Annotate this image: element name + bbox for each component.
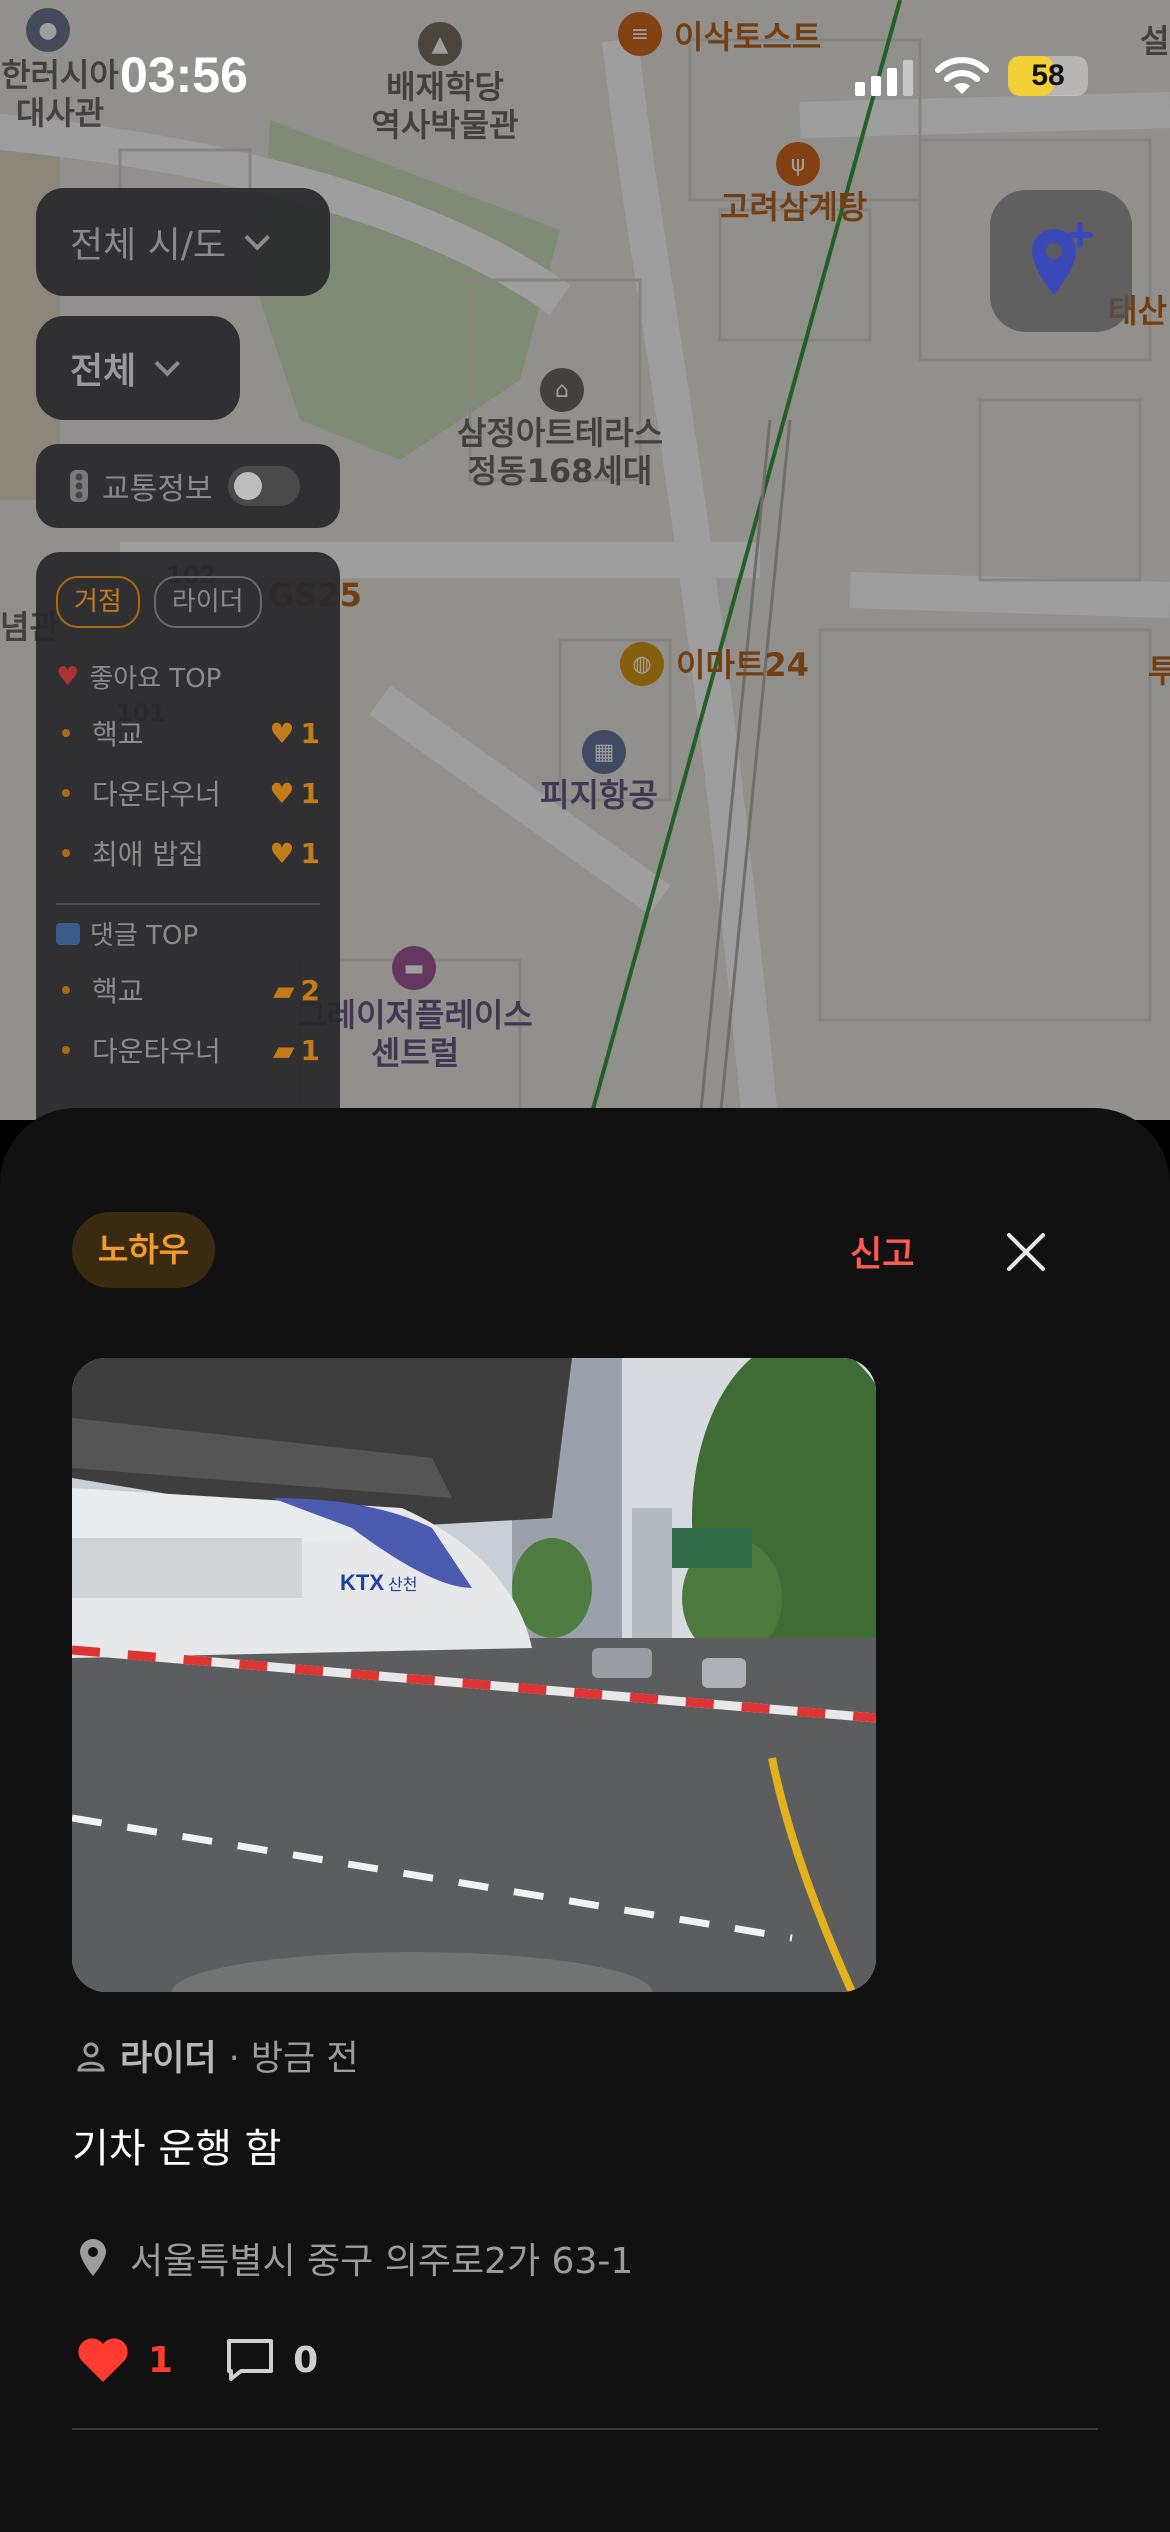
item-name: 다운타우너 xyxy=(92,778,221,811)
user-icon xyxy=(77,2042,105,2071)
location-pin-icon xyxy=(80,2239,106,2276)
comments-top-header: 댓글 TOP xyxy=(56,915,320,952)
list-item[interactable]: 다운타우너 ▰ 1 xyxy=(56,1020,320,1080)
divider xyxy=(56,903,320,905)
item-name: 핵교 xyxy=(92,975,144,1008)
likes-top-header: ♥ 좋아요 TOP xyxy=(56,658,320,695)
item-count: 1 xyxy=(300,836,320,870)
traffic-toggle[interactable]: 교통정보 xyxy=(36,444,340,528)
comment-icon xyxy=(227,2339,274,2381)
author-name[interactable]: 라이더 xyxy=(120,2030,217,2081)
list-item[interactable]: 다운타우너 ♥ 1 xyxy=(56,763,320,823)
chevron-down-icon xyxy=(154,351,181,377)
comments-top-title: 댓글 TOP xyxy=(90,921,199,951)
traffic-label: 교통정보 xyxy=(102,472,213,507)
traffic-light-icon xyxy=(70,470,88,502)
status-time: 03:56 xyxy=(120,47,248,103)
item-name: 최애 밥집 xyxy=(92,838,204,871)
item-name: 다운타우너 xyxy=(92,1035,221,1068)
list-item[interactable]: 최애 밥집 ♥ 1 xyxy=(56,823,320,883)
item-count: 1 xyxy=(300,716,320,750)
tab-rider[interactable]: 라이더 xyxy=(153,576,262,628)
list-item[interactable]: 핵교 ▰ 2 xyxy=(56,960,320,1020)
add-pin-button[interactable] xyxy=(990,190,1132,332)
post-photo[interactable]: KTX 산천 xyxy=(72,1358,876,1992)
post-address[interactable]: 서울특별시 중구 의주로2가 63-1 xyxy=(78,2232,633,2284)
status-bar: 03:56 58 xyxy=(0,0,1170,150)
comment-icon: ▰ xyxy=(272,1033,295,1067)
comment-icon xyxy=(56,922,80,945)
report-button[interactable]: 신고 xyxy=(850,1226,914,1277)
like-count: 1 xyxy=(148,2339,174,2381)
divider xyxy=(72,2428,1098,2430)
category-badge: 노하우 xyxy=(72,1212,216,1288)
chevron-down-icon xyxy=(244,225,271,251)
region-filter-dropdown[interactable]: 전체 시/도 xyxy=(36,188,330,296)
wifi-icon xyxy=(935,57,989,94)
tab-hub[interactable]: 거점 xyxy=(56,576,140,628)
item-count: 2 xyxy=(300,973,320,1007)
scope-filter-dropdown[interactable]: 전체 xyxy=(36,316,240,420)
train-sub: 산천 xyxy=(388,1575,417,1594)
traffic-switch[interactable] xyxy=(228,466,301,506)
list-item[interactable]: 핵교 ♥ 1 xyxy=(56,703,320,763)
battery-icon: 58 xyxy=(1008,56,1088,96)
post-time: · 방금 전 xyxy=(228,2039,359,2079)
post-detail-sheet: 노하우 신고 KTX 산천 라이더 · 방금 전 기차 운행 함 서울특별시 중… xyxy=(0,1108,1170,2532)
train-logo: KTX xyxy=(340,1570,384,1595)
likes-top-title: 좋아요 TOP xyxy=(89,664,222,694)
heart-icon: ♥ xyxy=(269,776,295,810)
heart-icon: ♥ xyxy=(56,661,80,692)
address-text: 서울특별시 중구 의주로2가 63-1 xyxy=(130,2241,634,2282)
ranking-tabs: 거점 라이더 xyxy=(56,576,320,628)
post-actions: 1 0 xyxy=(76,2336,318,2384)
item-name: 핵교 xyxy=(92,718,144,751)
post-author: 라이더 · 방금 전 xyxy=(74,2030,359,2081)
heart-icon: ♥ xyxy=(269,716,295,750)
like-button[interactable]: 1 xyxy=(76,2336,173,2384)
close-icon[interactable] xyxy=(996,1222,1056,1282)
scope-filter-label: 전체 xyxy=(70,351,137,392)
item-count: 1 xyxy=(300,776,320,810)
heart-icon: ♥ xyxy=(269,836,295,870)
train-crossing-photo: KTX 산천 xyxy=(72,1358,876,1992)
comment-icon: ▰ xyxy=(272,973,295,1007)
item-count: 1 xyxy=(300,1033,320,1067)
cellular-signal-icon xyxy=(855,60,913,96)
post-content: 기차 운행 함 xyxy=(72,2126,282,2172)
add-location-icon xyxy=(1032,222,1093,295)
region-filter-label: 전체 시/도 xyxy=(70,225,227,266)
comment-count: 0 xyxy=(293,2339,319,2381)
ranking-panel: 거점 라이더 ♥ 좋아요 TOP 핵교 ♥ 1 다운타우너 ♥ 1 최애 밥집 ♥ 1 댓글… xyxy=(36,552,340,1120)
battery-level: 58 xyxy=(1031,59,1065,92)
heart-icon xyxy=(78,2338,128,2382)
comment-button[interactable]: 0 xyxy=(225,2337,318,2383)
